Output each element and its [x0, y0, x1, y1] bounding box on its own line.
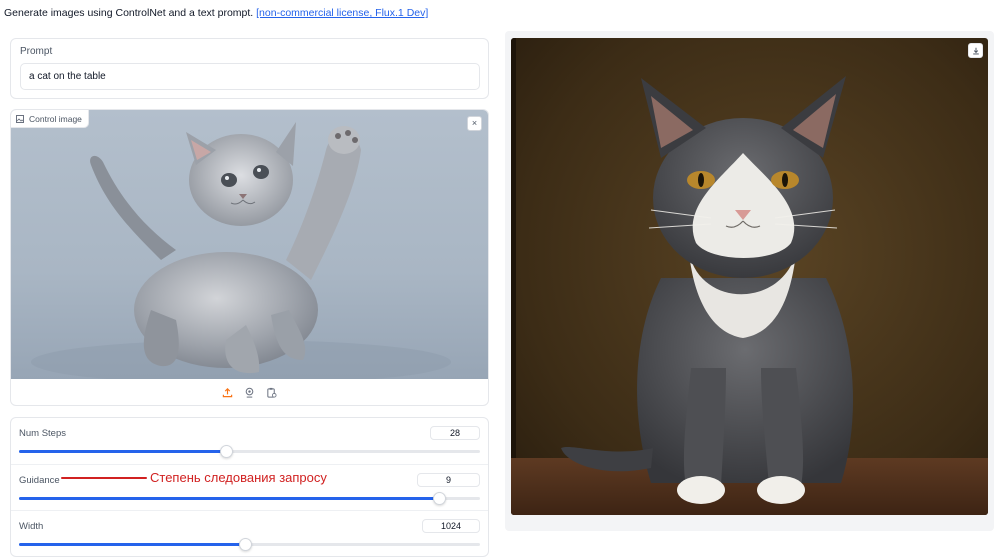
annotation-text: Степень следования запросу — [150, 470, 327, 485]
parameters-panel: Num Steps 28 Guidance Степень следования… — [10, 417, 489, 557]
output-panel — [505, 31, 994, 531]
image-source-toolbar — [11, 379, 488, 405]
guidance-handle[interactable] — [432, 492, 446, 505]
annotation-line — [61, 477, 147, 479]
width-track[interactable] — [19, 538, 480, 551]
slider-width: Width 1024 — [11, 510, 488, 556]
image-icon — [16, 114, 24, 123]
control-image-badge: Control image — [11, 110, 89, 128]
clipboard-icon[interactable] — [266, 386, 278, 398]
guidance-label: Guidance — [19, 475, 60, 486]
width-handle[interactable] — [238, 538, 252, 551]
prompt-label: Prompt — [20, 46, 53, 57]
webcam-icon[interactable] — [244, 386, 256, 398]
prompt-panel: Prompt a cat on the table — [10, 38, 489, 99]
control-image-label: Control image — [29, 113, 82, 124]
width-label: Width — [19, 521, 44, 532]
num-steps-handle[interactable] — [220, 445, 234, 458]
slider-num-steps: Num Steps 28 — [11, 418, 488, 463]
guidance-track[interactable] — [19, 492, 480, 505]
generated-image-cat — [511, 38, 988, 515]
num-steps-track[interactable] — [19, 445, 480, 458]
license-link[interactable]: [non-commercial license, Flux.1 Dev] — [256, 7, 428, 19]
width-input[interactable]: 1024 — [422, 519, 480, 533]
intro-description: Generate images using ControlNet and a t… — [4, 7, 254, 19]
prompt-input[interactable]: a cat on the table — [20, 63, 480, 90]
control-image-panel: Control image × — [10, 109, 489, 406]
control-image-kitten — [11, 110, 488, 379]
guidance-input[interactable]: 9 — [417, 473, 480, 487]
upload-icon[interactable] — [222, 386, 234, 398]
num-steps-label: Num Steps — [19, 428, 66, 439]
download-icon[interactable] — [968, 43, 983, 58]
clear-image-button[interactable]: × — [467, 116, 482, 131]
num-steps-input[interactable]: 28 — [430, 426, 480, 440]
slider-guidance: Guidance Степень следования запросу 9 — [11, 464, 488, 510]
intro-text: Generate images using ControlNet and a t… — [4, 7, 428, 19]
